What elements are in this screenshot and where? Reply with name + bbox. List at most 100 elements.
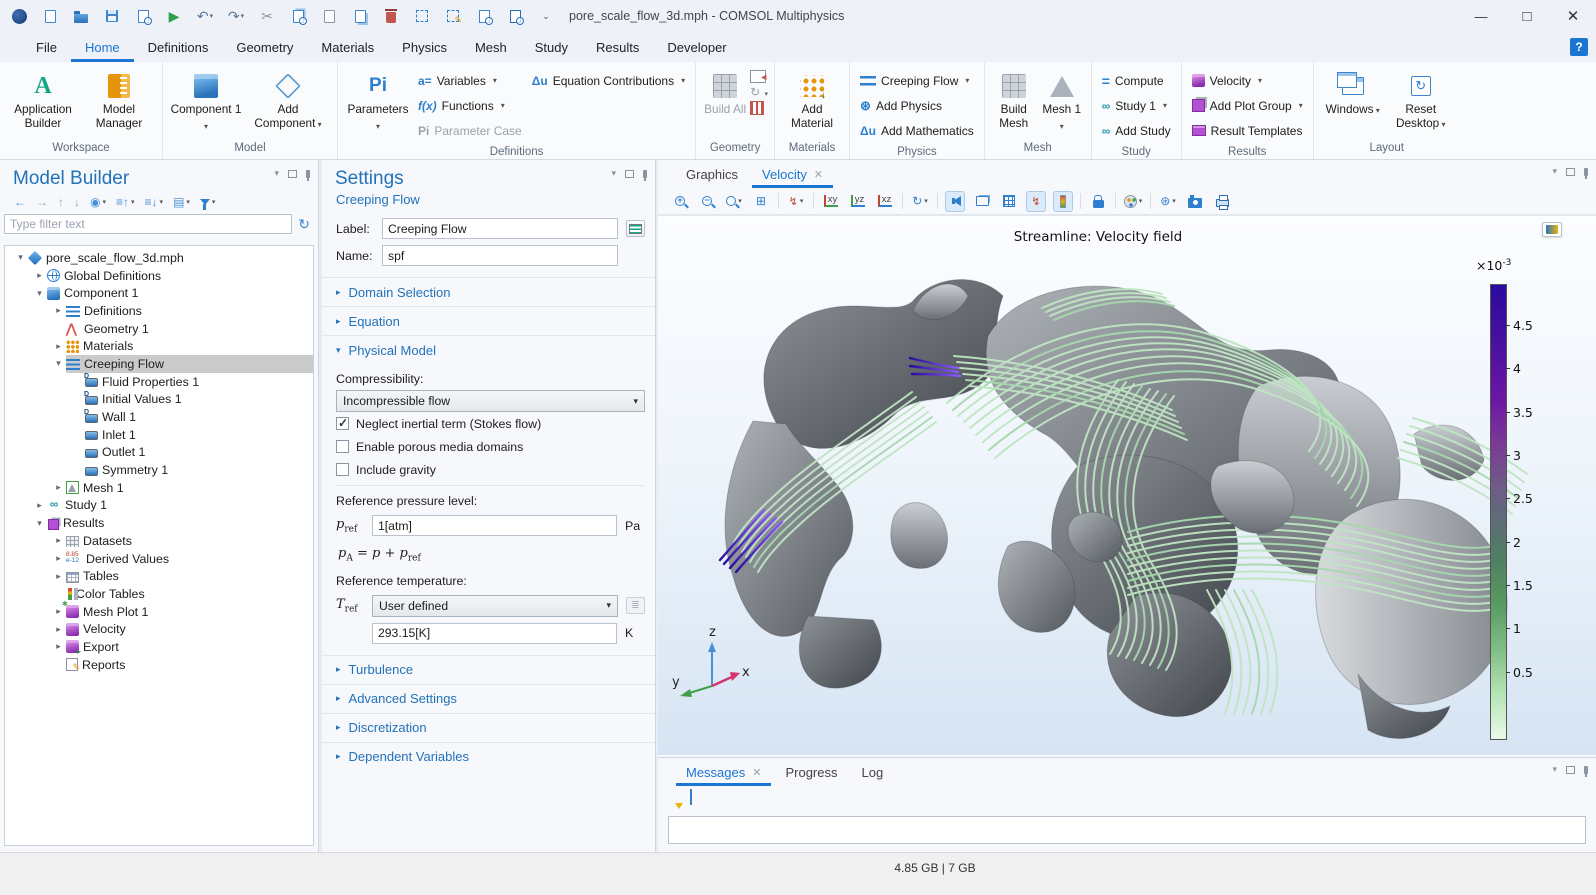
section-physical-model[interactable]: Physical Model — [322, 335, 655, 364]
velocity-plot-button[interactable]: Velocity — [1188, 68, 1307, 93]
minimize-button[interactable]: — — [1458, 0, 1504, 32]
delete-icon[interactable] — [382, 7, 400, 25]
chevron-icon[interactable] — [51, 341, 66, 352]
reset-desktop-button[interactable]: ↻ Reset Desktop — [1388, 66, 1454, 132]
tree-item-reports[interactable]: Reports — [5, 656, 313, 674]
chevron-icon[interactable] — [51, 482, 66, 493]
plot-settings-icon[interactable] — [1542, 222, 1562, 237]
run-icon[interactable]: ▶ — [165, 7, 183, 25]
close-tab-icon[interactable]: ✕ — [752, 766, 761, 779]
float-panel-icon[interactable] — [1566, 168, 1575, 176]
camera-icon[interactable] — [1185, 191, 1205, 212]
zoom-extents-icon[interactable]: ⊞ — [751, 191, 771, 212]
filter-icon[interactable]: ▾ — [200, 198, 216, 206]
tree-item-study-1[interactable]: Study 1 — [5, 497, 313, 515]
chevron-icon[interactable] — [51, 571, 66, 582]
view-yz-icon[interactable]: yz — [848, 191, 868, 212]
tree-item-component-1[interactable]: Component 1 — [5, 284, 313, 302]
paste-icon[interactable] — [320, 7, 338, 25]
section-domain-selection[interactable]: Domain Selection — [322, 277, 655, 306]
add-material-button[interactable]: Add Material — [781, 66, 843, 130]
help-button[interactable]: ? — [1570, 38, 1588, 56]
chevron-icon[interactable] — [51, 535, 66, 546]
forward-icon[interactable]: → — [36, 195, 48, 209]
compressibility-select[interactable]: Incompressible flow — [336, 390, 645, 412]
tree-item-symmetry-1[interactable]: Symmetry 1 — [5, 461, 313, 479]
checkbox-icon[interactable] — [336, 417, 349, 430]
checkbox-include-gravity[interactable]: Include gravity — [336, 458, 645, 481]
color-legend-icon[interactable] — [1053, 191, 1073, 212]
virtual-operations-icon[interactable] — [750, 101, 764, 115]
close-tab-icon[interactable]: ✕ — [814, 168, 823, 181]
mesh-1-button[interactable]: Mesh 1 — [1039, 66, 1085, 134]
zoom-out-icon[interactable]: − — [697, 191, 717, 212]
new-file-icon[interactable] — [41, 7, 59, 25]
tree-item-fluid-properties-1[interactable]: Fluid Properties 1 — [5, 373, 313, 391]
tab-mesh[interactable]: Mesh — [461, 32, 521, 62]
tab-developer[interactable]: Developer — [653, 32, 740, 62]
section-advanced-settings[interactable]: Advanced Settings — [322, 684, 655, 713]
find-icon[interactable] — [475, 7, 493, 25]
tab-file[interactable]: File — [22, 32, 71, 62]
deselect-icon[interactable] — [444, 7, 462, 25]
panel-menu-icon[interactable]: ▾ — [1552, 764, 1557, 775]
show-icon[interactable]: ◉▾ — [90, 195, 106, 209]
add-mathematics-button[interactable]: ΔuAdd Mathematics — [856, 118, 978, 143]
tree-item-velocity[interactable]: Velocity — [5, 620, 313, 638]
zoom-in-icon[interactable]: + — [670, 191, 690, 212]
tree-item-root[interactable]: pore_scale_flow_3d.mph — [5, 249, 313, 267]
save-icon[interactable] — [103, 7, 121, 25]
tree-item-results[interactable]: Results — [5, 514, 313, 532]
close-button[interactable]: ✕ — [1550, 0, 1596, 32]
chevron-icon[interactable] — [32, 518, 47, 529]
rename-button[interactable] — [626, 220, 645, 237]
zoom-box-icon[interactable]: ▾ — [724, 191, 744, 212]
study-1-button[interactable]: ∞Study 1 — [1098, 93, 1175, 118]
qat-more-icon[interactable]: ⌄ — [537, 7, 555, 25]
redo-icon[interactable]: ↷▾ — [227, 7, 245, 25]
axis-orientation-icon[interactable]: ↯ — [1026, 191, 1046, 212]
panel-menu-icon[interactable]: ▾ — [1552, 166, 1557, 177]
graphics-viewport[interactable]: Streamline: Velocity field ×10-3 4.5 4 3… — [658, 215, 1596, 755]
pin-panel-icon[interactable] — [643, 170, 647, 178]
panel-menu-icon[interactable]: ▾ — [274, 168, 279, 179]
panel-menu-icon[interactable]: ▾ — [611, 168, 616, 179]
tab-results[interactable]: Results — [582, 32, 653, 62]
float-panel-icon[interactable] — [288, 170, 297, 178]
expand-icon[interactable]: ≡↓▾ — [145, 195, 164, 209]
tab-home[interactable]: Home — [71, 32, 134, 62]
move-down-icon[interactable]: ↓ — [74, 195, 80, 209]
duplicate-icon[interactable] — [351, 7, 369, 25]
tree-item-outlet-1[interactable]: Outlet 1 — [5, 444, 313, 462]
windows-button[interactable]: Windows — [1320, 66, 1386, 118]
model-manager-button[interactable]: Model Manager — [82, 66, 156, 130]
checkbox-icon[interactable] — [336, 440, 349, 453]
tab-materials[interactable]: Materials — [307, 32, 388, 62]
checkbox-porous-media[interactable]: Enable porous media domains — [336, 435, 645, 458]
component-1-button[interactable]: Component 1 — [169, 66, 243, 134]
tab-progress[interactable]: Progress — [775, 761, 847, 786]
tree-item-materials[interactable]: Materials — [5, 337, 313, 355]
print-icon[interactable] — [1212, 191, 1232, 212]
parameters-button[interactable]: Pi Parameters — [344, 66, 412, 134]
tree-item-inlet-1[interactable]: Inlet 1 — [5, 426, 313, 444]
scene-light-icon[interactable] — [945, 191, 965, 212]
float-panel-icon[interactable] — [625, 170, 634, 178]
variables-button[interactable]: a=Variables — [414, 68, 526, 93]
section-dependent-variables[interactable]: Dependent Variables — [322, 742, 655, 771]
pin-panel-icon[interactable] — [306, 170, 310, 178]
maximize-button[interactable]: □ — [1504, 0, 1550, 32]
chevron-icon[interactable] — [51, 553, 66, 564]
move-up-icon[interactable]: ↑ — [58, 195, 64, 209]
lock-camera-icon[interactable] — [1088, 191, 1108, 212]
rotate-view-icon[interactable]: ↻▾ — [910, 191, 930, 212]
collapse-icon[interactable]: ≡↑▾ — [116, 195, 135, 209]
open-file-icon[interactable] — [72, 7, 90, 25]
color-theme-icon[interactable]: ▾ — [1123, 191, 1143, 212]
ref-pressure-input[interactable] — [372, 515, 617, 536]
checkbox-stokes-flow[interactable]: Neglect inertial term (Stokes flow) — [336, 412, 645, 435]
build-mesh-button[interactable]: Build Mesh — [991, 66, 1037, 130]
result-templates-button[interactable]: Result Templates — [1188, 118, 1307, 143]
tree-item-color-tables[interactable]: Color Tables — [5, 585, 313, 603]
chevron-icon[interactable] — [13, 252, 28, 263]
